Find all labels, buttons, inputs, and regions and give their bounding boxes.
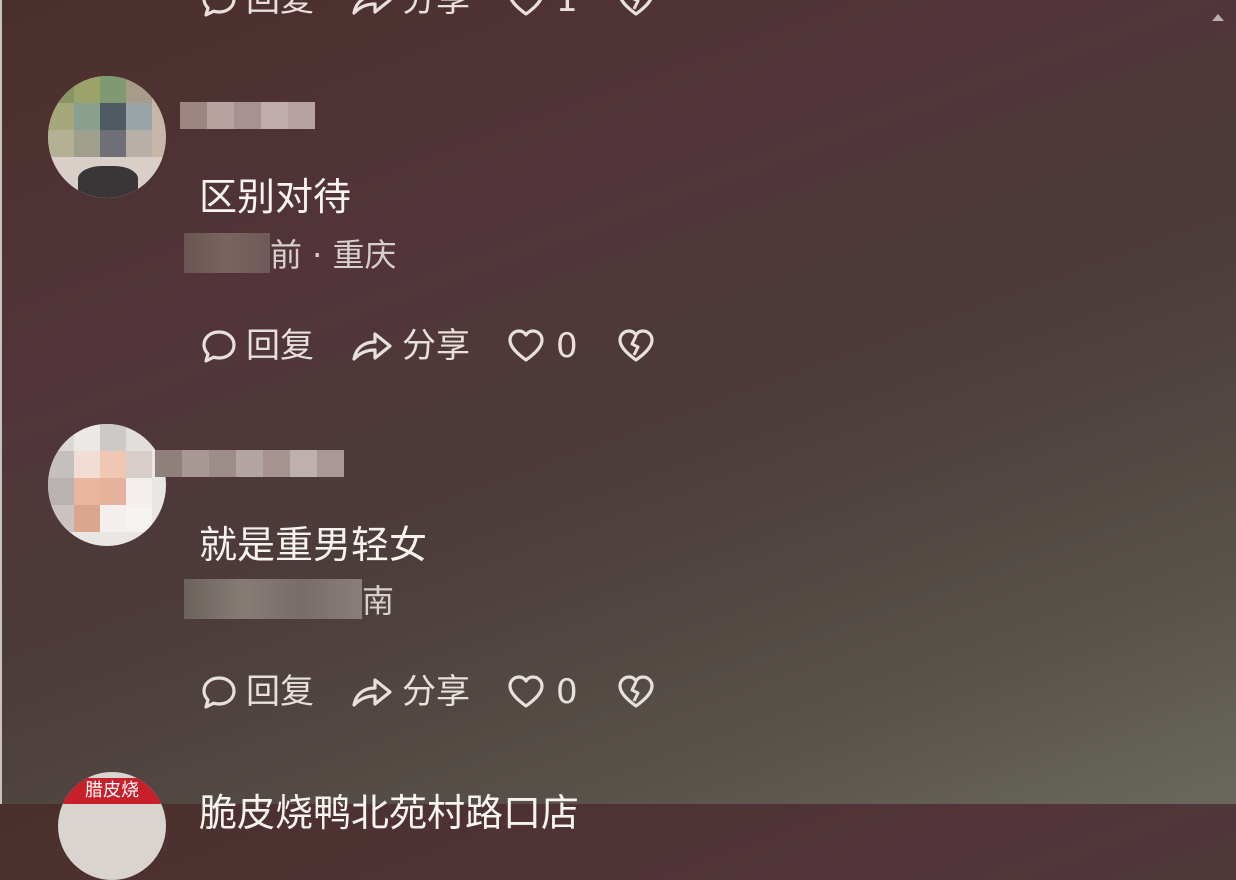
- avatar[interactable]: [48, 76, 166, 198]
- like-count: 0: [556, 672, 578, 712]
- meta-text: 前 · 重庆: [270, 236, 397, 274]
- username-redacted[interactable]: [180, 102, 315, 129]
- comment-meta: 前 · 重庆: [184, 228, 397, 278]
- comment-bubble-icon: [202, 0, 236, 17]
- share-button[interactable]: 分享: [350, 0, 470, 19]
- dislike-button[interactable]: [616, 0, 656, 19]
- comment-bubble-icon: [202, 676, 236, 709]
- comment-text: 区别对待: [199, 175, 352, 219]
- meta-text: 南: [362, 582, 395, 620]
- share-button[interactable]: 分享: [350, 673, 470, 711]
- like-button[interactable]: 0: [506, 326, 578, 366]
- meta-redacted: [184, 579, 362, 619]
- share-arrow-icon: [352, 0, 392, 15]
- share-label: 分享: [402, 326, 470, 366]
- broken-heart-icon: [618, 675, 654, 708]
- comment-actions: 回复 分享 0: [200, 670, 692, 714]
- reply-label: 回复: [246, 326, 314, 366]
- reply-button[interactable]: 回复: [200, 327, 314, 365]
- heart-icon: [508, 329, 544, 362]
- like-count: 1: [556, 0, 578, 20]
- share-arrow-icon: [352, 332, 392, 361]
- top-action-row: 回复 分享 1: [200, 0, 692, 22]
- comment-meta: 南: [184, 574, 394, 624]
- avatar[interactable]: 腊皮烧: [58, 772, 166, 880]
- comment-text: 脆皮烧鸭北苑村路口店: [199, 791, 580, 835]
- share-label: 分享: [402, 672, 470, 712]
- share-label: 分享: [402, 0, 470, 20]
- share-arrow-icon: [352, 678, 392, 707]
- reply-button[interactable]: 回复: [200, 673, 314, 711]
- like-button[interactable]: 0: [506, 672, 578, 712]
- frame-edge: [0, 0, 2, 804]
- avatar-sign: 腊皮烧: [58, 778, 166, 804]
- heart-icon: [509, 0, 543, 16]
- like-button[interactable]: 1: [506, 0, 578, 20]
- share-button[interactable]: 分享: [350, 327, 470, 365]
- reply-label: 回复: [246, 0, 314, 20]
- comment-bubble-icon: [202, 330, 236, 363]
- comment-actions: 回复 分享 0: [200, 324, 692, 368]
- username-redacted[interactable]: [155, 450, 344, 477]
- heart-icon: [508, 675, 544, 708]
- avatar[interactable]: [48, 424, 166, 546]
- reply-button[interactable]: 回复: [200, 0, 314, 19]
- dislike-button[interactable]: [616, 327, 656, 365]
- scroll-up-icon[interactable]: [1212, 14, 1224, 21]
- reply-label: 回复: [246, 672, 314, 712]
- dislike-button[interactable]: [616, 673, 656, 711]
- like-count: 0: [556, 326, 578, 366]
- comment-text: 就是重男轻女: [199, 523, 428, 567]
- broken-heart-icon: [618, 329, 654, 362]
- broken-heart-icon: [619, 0, 652, 16]
- meta-redacted: [184, 233, 270, 273]
